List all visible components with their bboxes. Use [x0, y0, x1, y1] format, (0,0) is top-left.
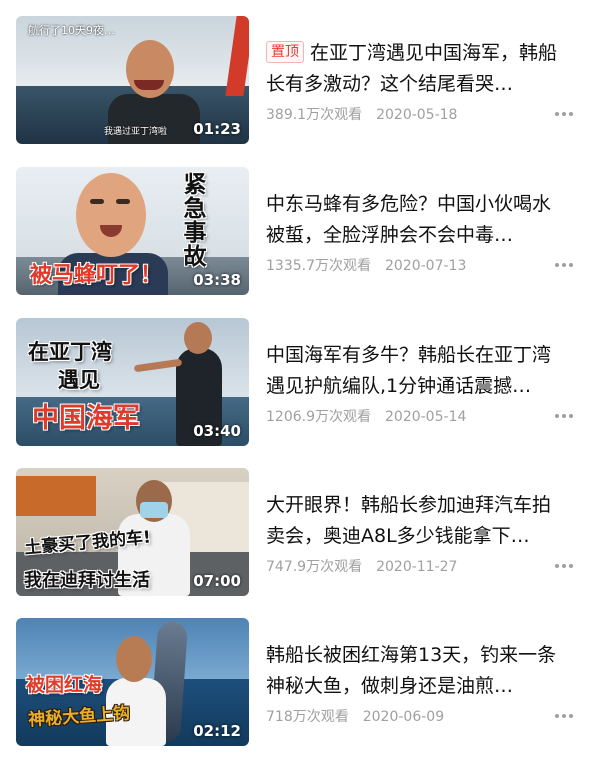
video-thumbnail[interactable]: 在亚丁湾 遇见 中国海军 03:40 — [16, 318, 249, 446]
video-item[interactable]: 航行了10天9夜… 我遇过亚丁湾啦 01:23 置顶 在亚丁湾遇见中国海军，韩船长… — [0, 16, 591, 146]
video-meta: 718万次观看 2020-06-09 — [266, 706, 444, 726]
video-meta: 747.9万次观看 2020-11-27 — [266, 556, 457, 576]
video-duration: 02:12 — [193, 722, 241, 740]
view-count: 1335.7万次观看 — [266, 258, 371, 274]
video-item[interactable]: 被困红海 神秘大鱼上钩 02:12 韩船长被困红海第13天，钓来一条神秘大鱼，做… — [0, 618, 591, 748]
publish-date: 2020-05-18 — [376, 107, 458, 123]
video-list: 航行了10天9夜… 我遇过亚丁湾啦 01:23 置顶 在亚丁湾遇见中国海军，韩船长… — [0, 0, 591, 757]
thumbnail-title-line3: 中国海军 — [32, 403, 140, 434]
video-meta: 1335.7万次观看 2020-07-13 — [266, 255, 466, 275]
video-duration: 07:00 — [193, 572, 241, 590]
publish-date: 2020-05-14 — [385, 409, 467, 425]
video-title[interactable]: 中国海军有多牛？韩船长在亚丁湾遇见护航编队,1分钟通话震撼… — [266, 340, 566, 402]
thumbnail-title-line2: 遇见 — [58, 368, 100, 392]
view-count: 1206.9万次观看 — [266, 409, 371, 425]
video-thumbnail[interactable]: 土豪买了我的车! 我在迪拜讨生活 07:00 — [16, 468, 249, 596]
more-options-icon[interactable] — [555, 263, 573, 269]
thumbnail-title-line1: 在亚丁湾 — [28, 340, 112, 364]
pinned-badge: 置顶 — [266, 41, 304, 63]
video-title[interactable]: 大开眼界！韩船长参加迪拜汽车拍卖会，奥迪A8L多少钱能拿下… — [266, 490, 566, 552]
video-duration: 03:38 — [193, 271, 241, 289]
video-title[interactable]: 韩船长被困红海第13天，钓来一条神秘大鱼，做刺身还是油煎… — [266, 640, 566, 702]
video-duration: 03:40 — [193, 422, 241, 440]
more-options-icon[interactable] — [555, 112, 573, 118]
thumbnail-caption: 我遇过亚丁湾啦 — [104, 127, 168, 137]
video-item[interactable]: 在亚丁湾 遇见 中国海军 03:40 中国海军有多牛？韩船长在亚丁湾遇见护航编队… — [0, 318, 591, 448]
video-item[interactable]: 土豪买了我的车! 我在迪拜讨生活 07:00 大开眼界！韩船长参加迪拜汽车拍卖会… — [0, 468, 591, 598]
publish-date: 2020-06-09 — [362, 709, 445, 725]
publish-date: 2020-11-27 — [376, 559, 458, 575]
view-count: 389.1万次观看 — [266, 107, 363, 123]
video-thumbnail[interactable]: 紧急事故 被马蜂叮了！ 03:38 — [16, 167, 249, 295]
video-title[interactable]: 中东马蜂有多危险？中国小伙喝水被蜇，全脸浮肿会不会中毒… — [266, 189, 566, 251]
video-duration: 01:23 — [193, 120, 241, 138]
thumbnail-title-line2: 我在迪拜讨生活 — [24, 570, 150, 591]
video-item[interactable]: 紧急事故 被马蜂叮了！ 03:38 中东马蜂有多危险？中国小伙喝水被蜇，全脸浮肿… — [0, 167, 591, 297]
video-title[interactable]: 置顶 在亚丁湾遇见中国海军，韩船长有多激动？这个结尾看哭… — [266, 38, 566, 100]
thumbnail-title-line1: 被困红海 — [26, 674, 103, 696]
more-options-icon[interactable] — [555, 714, 573, 720]
view-count: 747.9万次观看 — [266, 559, 363, 575]
video-thumbnail[interactable]: 被困红海 神秘大鱼上钩 02:12 — [16, 618, 249, 746]
thumbnail-title: 被马蜂叮了！ — [30, 263, 163, 288]
video-meta: 389.1万次观看 2020-05-18 — [266, 104, 457, 124]
video-meta: 1206.9万次观看 2020-05-14 — [266, 406, 466, 426]
view-count: 718万次观看 — [266, 709, 349, 725]
thumbnail-top-text: 航行了10天9夜… — [28, 24, 115, 37]
video-thumbnail[interactable]: 航行了10天9夜… 我遇过亚丁湾啦 01:23 — [16, 16, 249, 144]
more-options-icon[interactable] — [555, 414, 573, 420]
more-options-icon[interactable] — [555, 564, 573, 570]
thumbnail-title-vertical: 紧急事故 — [183, 172, 207, 270]
publish-date: 2020-07-13 — [385, 258, 467, 274]
